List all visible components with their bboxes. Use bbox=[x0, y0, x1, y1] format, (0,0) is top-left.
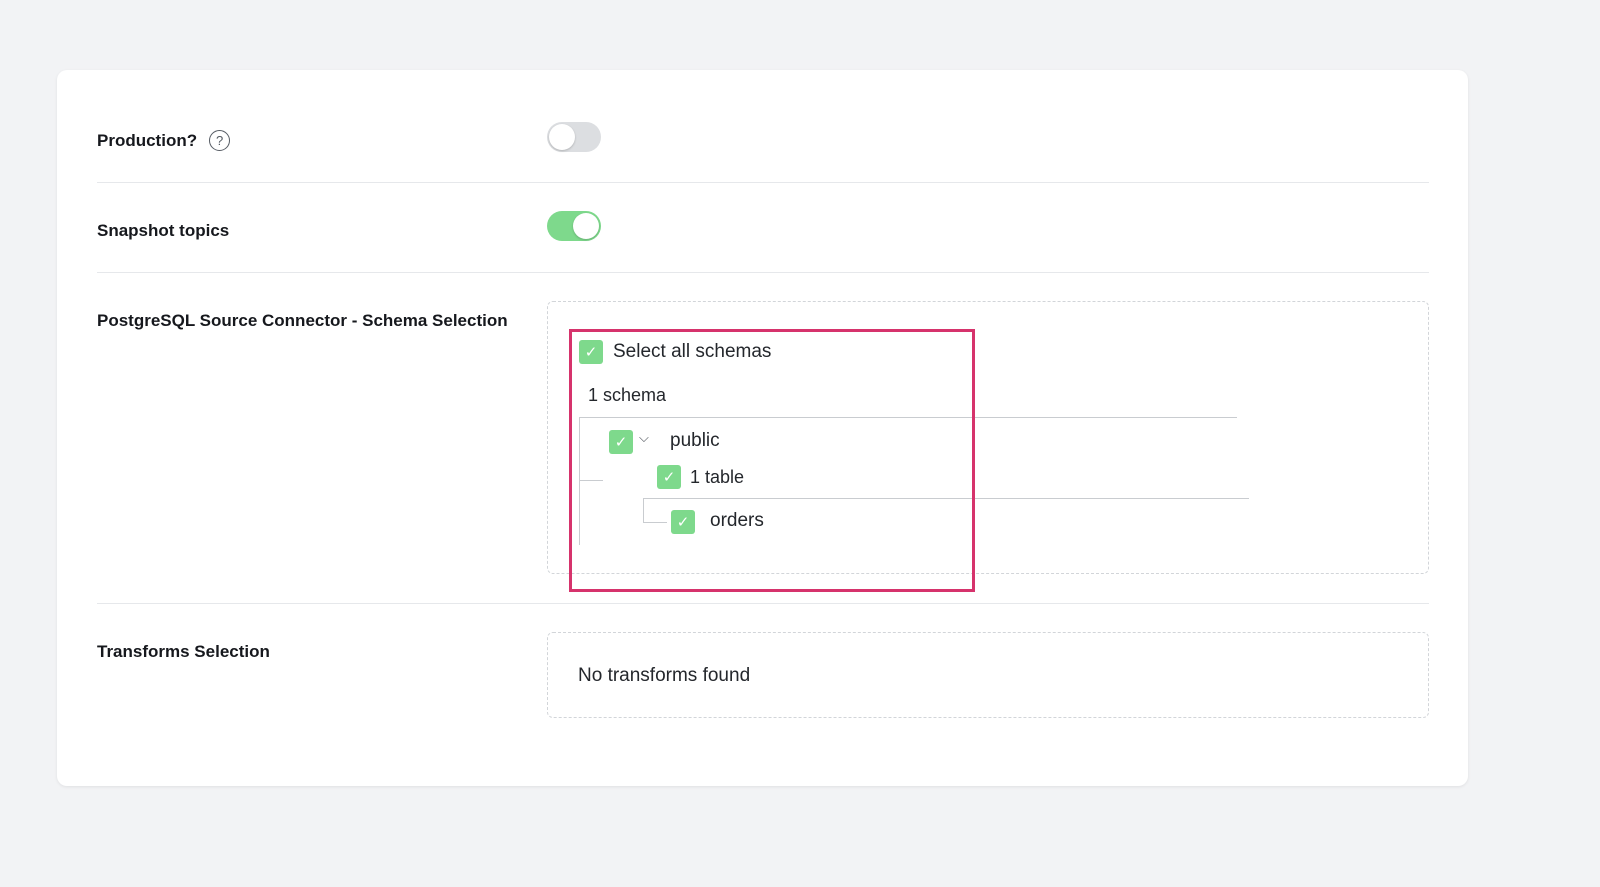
snapshot-topics-label: Snapshot topics bbox=[97, 221, 229, 241]
highlight-box bbox=[569, 329, 975, 592]
help-icon[interactable]: ? bbox=[209, 130, 231, 151]
production-toggle[interactable] bbox=[547, 122, 601, 152]
transforms-empty-message: No transforms found bbox=[578, 665, 751, 686]
schema-selection-label: PostgreSQL Source Connector - Schema Sel… bbox=[97, 311, 508, 331]
schema-selection-label-text: PostgreSQL Source Connector - Schema Sel… bbox=[97, 311, 508, 330]
transforms-label-text: Transforms Selection bbox=[97, 642, 270, 661]
divider bbox=[97, 603, 1429, 604]
transforms-box: No transforms found bbox=[547, 632, 1429, 718]
toggle-knob bbox=[573, 213, 599, 239]
production-label: Production? ? bbox=[97, 130, 231, 151]
transforms-label: Transforms Selection bbox=[97, 642, 270, 662]
snapshot-topics-label-text: Snapshot topics bbox=[97, 221, 230, 240]
toggle-knob bbox=[549, 124, 575, 150]
settings-card: Production? ? Snapshot topics PostgreSQL… bbox=[57, 70, 1468, 786]
snapshot-topics-toggle[interactable] bbox=[547, 211, 601, 241]
production-label-text: Production? bbox=[97, 130, 198, 150]
divider bbox=[97, 272, 1429, 273]
divider bbox=[97, 182, 1429, 183]
